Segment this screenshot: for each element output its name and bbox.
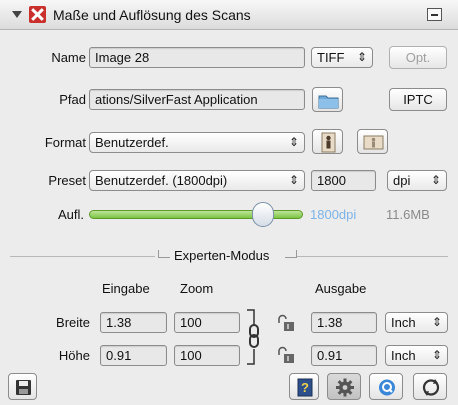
preset-value: Benutzerdef. (1800dpi) [95,173,228,188]
updown-arrows-icon: ⇕ [288,173,299,187]
column-header-zoom: Zoom [180,281,214,296]
save-button[interactable] [8,373,37,400]
height-label: Höhe [58,348,90,363]
updown-arrows-icon: ⇕ [431,348,442,362]
divider-left [10,256,155,257]
panel-title-bar[interactable]: Maße und Auflösung des Scans [0,0,458,30]
aspect-chain-link-icon[interactable] [244,302,274,372]
preset-label: Preset [48,173,86,188]
divider-right [296,256,448,257]
path-input[interactable]: ations/SilverFast Application [89,89,305,110]
landscape-person-icon [363,135,384,150]
width-label: Breite [56,315,90,330]
height-output-field[interactable]: 0.91 [311,345,377,366]
updown-arrows-icon: ⇕ [356,50,367,64]
iptc-button[interactable]: IPTC [389,88,447,111]
reset-icon [422,379,440,396]
dpi-unit-value: dpi [393,173,411,188]
q-icon [379,379,395,396]
width-lock-icon[interactable] [276,314,300,334]
height-unit-select[interactable]: Inch ⇕ [385,345,448,366]
column-header-output: Ausgabe [315,281,367,296]
info-button[interactable] [369,373,403,400]
file-size: 11.6MB [386,207,430,222]
width-zoom-field[interactable]: 100 [174,312,240,333]
floppy-disk-icon [16,380,31,395]
dpi-unit-select[interactable]: dpi ⇕ [387,170,447,191]
resolution-display: 1800dpi [310,207,357,222]
width-output-field[interactable]: 1.38 [311,312,377,333]
updown-arrows-icon: ⇕ [288,135,299,149]
settings-button[interactable] [327,373,361,400]
disclosure-triangle-icon[interactable] [12,11,22,18]
reset-button[interactable] [413,373,447,400]
resolution-slider-knob[interactable] [252,202,275,227]
help-icon: ? [297,378,313,397]
svg-text:?: ? [301,380,309,395]
portrait-orientation-button[interactable] [312,129,343,154]
name-label: Name [51,50,86,65]
width-input-field[interactable]: 1.38 [100,312,167,333]
name-input[interactable]: Image 28 [89,47,305,68]
choose-folder-button[interactable] [312,87,343,112]
gear-icon [336,378,354,397]
folder-icon [318,95,339,109]
panel-title: Maße und Auflösung des Scans [53,7,251,23]
silverfast-logo-icon [29,6,46,23]
dpi-input[interactable]: 1800 [311,170,376,191]
portrait-person-icon [321,132,336,153]
format-select[interactable]: Benutzerdef. ⇕ [89,132,305,153]
updown-arrows-icon: ⇕ [431,315,442,329]
file-format-value: TIFF [317,50,345,65]
format-value: Benutzerdef. [95,135,169,150]
collapse-icon[interactable] [427,8,442,21]
help-button[interactable]: ? [289,373,319,400]
divider-bracket-left [158,250,170,258]
height-lock-icon[interactable] [276,346,300,366]
height-unit-value: Inch [391,348,416,363]
file-format-select[interactable]: TIFF ⇕ [311,47,373,68]
resolution-label: Aufl. [57,207,84,222]
height-input-field[interactable]: 0.91 [100,345,167,366]
divider-bracket-right [285,250,297,258]
height-zoom-field[interactable]: 100 [174,345,240,366]
width-unit-value: Inch [391,315,416,330]
updown-arrows-icon: ⇕ [430,173,441,187]
expert-mode-title[interactable]: Experten-Modus [174,248,269,263]
path-label: Pfad [59,92,86,107]
column-header-input: Eingabe [102,281,150,296]
width-unit-select[interactable]: Inch ⇕ [385,312,448,333]
format-label: Format [44,135,86,150]
options-button[interactable]: Opt. [389,46,447,69]
scan-dimensions-panel: Maße und Auflösung des Scans Name Image … [0,0,458,405]
landscape-orientation-button[interactable] [357,129,388,154]
preset-select[interactable]: Benutzerdef. (1800dpi) ⇕ [89,170,305,191]
